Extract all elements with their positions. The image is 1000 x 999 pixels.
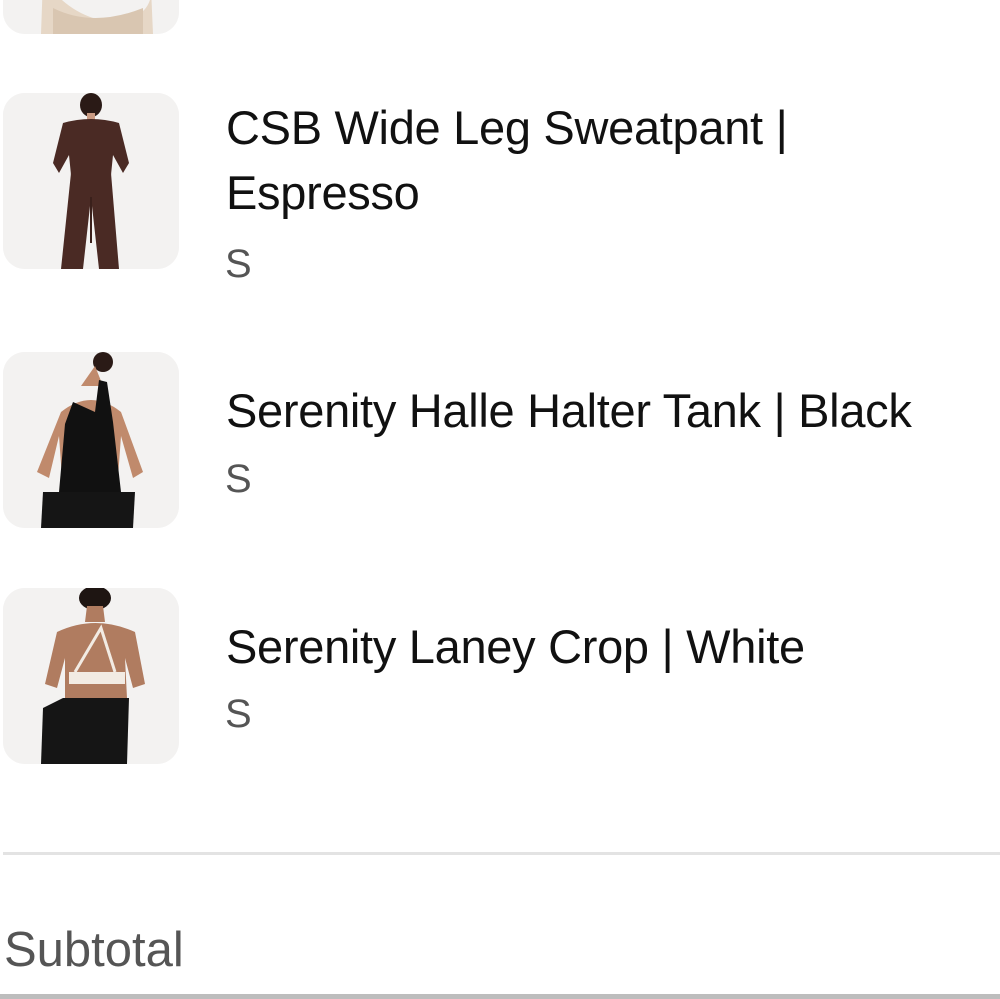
cart-item-title[interactable]: Serenity Laney Crop | White [226,614,805,679]
cart-item-size: S [225,692,252,736]
cart-item-thumbnail[interactable] [3,93,179,269]
cart-item-thumbnail[interactable] [3,352,179,528]
subtotal-label: Subtotal [4,923,184,977]
cart-item-title[interactable]: CSB Wide Leg Sweatpant | Espresso [226,95,926,225]
beige-loungewear-thumbnail-icon [3,0,179,34]
cart-item-thumbnail[interactable] [3,588,179,764]
section-divider [3,852,1000,855]
bottom-edge [0,994,1000,999]
cart-item-size: S [225,242,252,286]
cart-item-size: S [225,457,252,501]
cart-item-thumbnail[interactable] [3,0,179,34]
cart-item-title[interactable]: Serenity Halle Halter Tank | Black [226,378,912,443]
white-crop-top-thumbnail-icon [3,588,179,764]
black-halter-tank-thumbnail-icon [3,352,179,528]
espresso-sweatpant-thumbnail-icon [3,93,179,269]
